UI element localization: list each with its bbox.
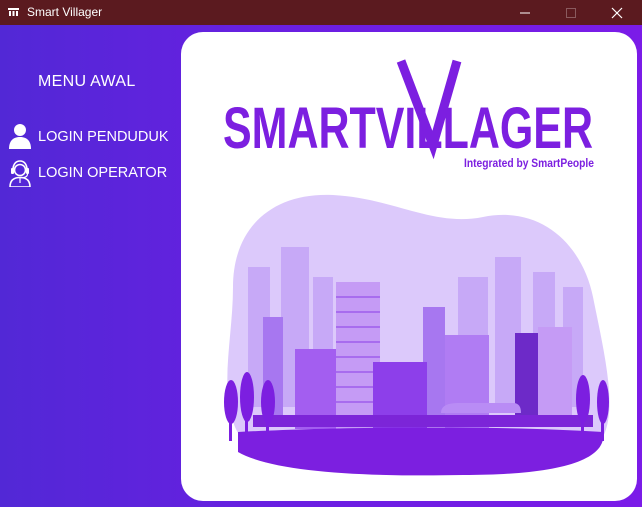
operator-headset-icon xyxy=(9,160,31,187)
maximize-button[interactable] xyxy=(548,0,594,25)
menu-heading: MENU AWAL xyxy=(38,73,136,90)
smart-villager-logo: SMARTVILLAGER Integrated by SmartPeople xyxy=(223,59,594,170)
foreground-ground xyxy=(238,427,604,476)
app-logo-icon xyxy=(8,8,19,16)
maximize-icon xyxy=(566,8,576,18)
main-window-body: MENU AWAL LOGIN PENDUDUK LOGIN OPERATOR … xyxy=(0,25,642,507)
content-card: SMARTVILLAGER Integrated by SmartPeople xyxy=(181,32,637,501)
logo-title: SMARTVILLAGER xyxy=(223,96,593,161)
city-skyline-illustration xyxy=(224,194,610,476)
minimize-button[interactable] xyxy=(502,0,548,25)
close-icon xyxy=(611,7,623,19)
logo-tagline: Integrated by SmartPeople xyxy=(464,158,594,170)
user-icon xyxy=(9,124,31,149)
window-titlebar: Smart Villager xyxy=(0,0,642,25)
minimize-icon xyxy=(520,12,530,14)
login-operator-label: LOGIN OPERATOR xyxy=(38,165,168,181)
login-penduduk-button[interactable]: LOGIN PENDUDUK xyxy=(8,123,178,153)
login-operator-button[interactable]: LOGIN OPERATOR xyxy=(8,159,178,189)
close-button[interactable] xyxy=(594,0,640,25)
login-penduduk-label: LOGIN PENDUDUK xyxy=(38,129,169,145)
window-title: Smart Villager xyxy=(27,5,103,19)
